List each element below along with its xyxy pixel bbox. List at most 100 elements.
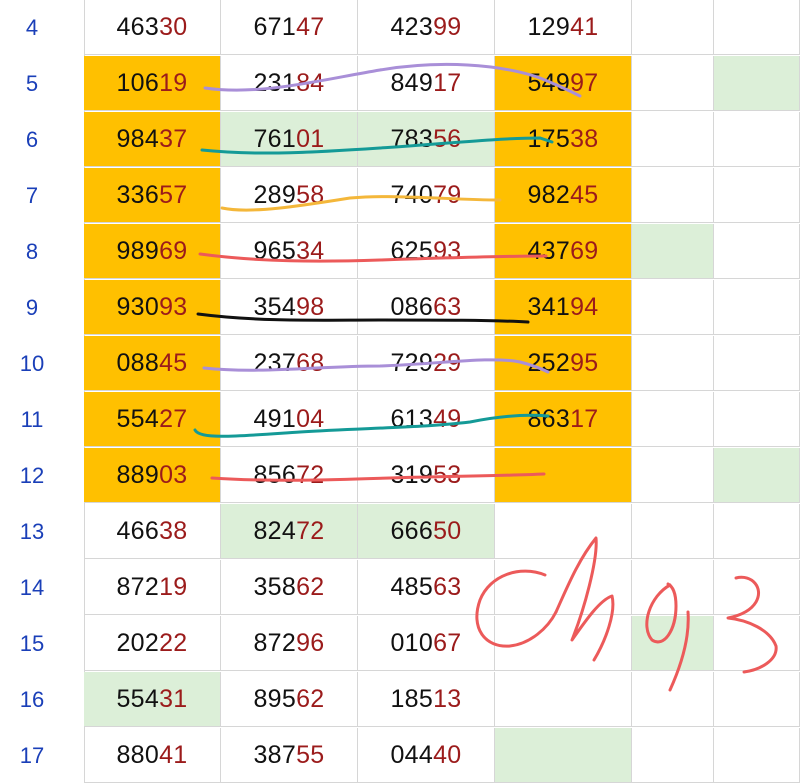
grid-cell[interactable]: 354 98 [221, 280, 358, 335]
row-number[interactable]: 14 [0, 560, 64, 615]
grid-cell[interactable]: 554 31 [84, 672, 221, 727]
grid-cell[interactable]: 289 58 [221, 168, 358, 223]
row-number[interactable]: 13 [0, 504, 64, 559]
grid-cell[interactable]: 044 40 [358, 728, 495, 783]
grid-cell[interactable]: 872 19 [84, 560, 221, 615]
grid-cell[interactable]: 930 93 [84, 280, 221, 335]
row-number[interactable]: 4 [0, 0, 64, 55]
grid-cell[interactable]: 625 93 [358, 224, 495, 279]
grid-cell[interactable]: 437 69 [495, 224, 632, 279]
grid-cell[interactable]: 129 41 [495, 0, 632, 55]
grid-cell[interactable]: 984 37 [84, 112, 221, 167]
grid-cell[interactable]: 106 19 [84, 56, 221, 111]
grid-cell[interactable] [495, 672, 632, 727]
grid-cell[interactable]: 880 41 [84, 728, 221, 783]
grid-cell[interactable]: 872 96 [221, 616, 358, 671]
grid-cell[interactable] [632, 728, 714, 783]
grid-cell[interactable] [714, 616, 800, 671]
grid-cell[interactable] [714, 0, 800, 55]
grid-cell[interactable] [714, 56, 800, 111]
grid-cell[interactable]: 319 53 [358, 448, 495, 503]
grid-cell[interactable]: 982 45 [495, 168, 632, 223]
grid-cell[interactable] [495, 448, 632, 503]
grid-cell[interactable]: 549 97 [495, 56, 632, 111]
grid-cell[interactable]: 554 27 [84, 392, 221, 447]
grid-cell[interactable] [495, 504, 632, 559]
row-number[interactable]: 10 [0, 336, 64, 391]
row-number[interactable]: 15 [0, 616, 64, 671]
grid-cell[interactable]: 088 45 [84, 336, 221, 391]
grid-cell[interactable] [714, 392, 800, 447]
row-number[interactable]: 9 [0, 280, 64, 335]
grid-cell[interactable]: 341 94 [495, 280, 632, 335]
grid-cell[interactable]: 010 67 [358, 616, 495, 671]
grid-cell[interactable]: 387 55 [221, 728, 358, 783]
grid-cell[interactable]: 761 01 [221, 112, 358, 167]
grid-cell[interactable]: 086 63 [358, 280, 495, 335]
grid-cell[interactable]: 666 50 [358, 504, 495, 559]
grid-cell[interactable]: 989 69 [84, 224, 221, 279]
grid-cell[interactable]: 849 17 [358, 56, 495, 111]
row-number[interactable]: 7 [0, 168, 64, 223]
row-number[interactable]: 6 [0, 112, 64, 167]
grid-cell[interactable]: 895 62 [221, 672, 358, 727]
grid-cell[interactable] [632, 336, 714, 391]
grid-cell[interactable]: 463 30 [84, 0, 221, 55]
grid-cell[interactable]: 671 47 [221, 0, 358, 55]
grid-cell[interactable] [632, 168, 714, 223]
grid-cell[interactable]: 466 38 [84, 504, 221, 559]
grid-cell[interactable]: 252 95 [495, 336, 632, 391]
grid-cell[interactable]: 202 22 [84, 616, 221, 671]
grid-cell[interactable] [714, 504, 800, 559]
grid-cell[interactable]: 423 99 [358, 0, 495, 55]
grid-cell[interactable] [632, 0, 714, 55]
grid-cell[interactable]: 231 84 [221, 56, 358, 111]
grid-cell[interactable] [714, 728, 800, 783]
grid-cell[interactable] [714, 672, 800, 727]
grid-cell[interactable] [714, 224, 800, 279]
grid-cell[interactable]: 824 72 [221, 504, 358, 559]
cell-value-suffix: 37 [159, 124, 188, 153]
grid-cell[interactable]: 889 03 [84, 448, 221, 503]
row-number[interactable]: 5 [0, 56, 64, 111]
grid-cell[interactable] [714, 336, 800, 391]
grid-cell[interactable]: 491 04 [221, 392, 358, 447]
row-number[interactable]: 17 [0, 728, 64, 783]
row-number[interactable]: 8 [0, 224, 64, 279]
grid-cell[interactable]: 237 68 [221, 336, 358, 391]
grid-cell[interactable] [714, 112, 800, 167]
grid-cell[interactable] [632, 280, 714, 335]
row-number[interactable]: 11 [0, 392, 64, 447]
grid-cell[interactable]: 856 72 [221, 448, 358, 503]
row-number[interactable]: 12 [0, 448, 64, 503]
grid-cell[interactable] [495, 616, 632, 671]
row-number[interactable]: 16 [0, 672, 64, 727]
grid-cell[interactable] [714, 168, 800, 223]
grid-cell[interactable] [632, 616, 714, 671]
grid-cell[interactable] [632, 224, 714, 279]
grid-cell[interactable] [495, 560, 632, 615]
grid-cell[interactable] [632, 560, 714, 615]
grid-cell[interactable]: 485 63 [358, 560, 495, 615]
grid-cell[interactable]: 613 49 [358, 392, 495, 447]
grid-cell[interactable] [714, 560, 800, 615]
grid-cell[interactable] [632, 448, 714, 503]
cell-value-prefix: 930 [116, 292, 160, 321]
grid-cell[interactable]: 336 57 [84, 168, 221, 223]
grid-cell[interactable]: 965 34 [221, 224, 358, 279]
grid-cell[interactable] [495, 728, 632, 783]
grid-cell[interactable] [632, 672, 714, 727]
grid-cell[interactable] [632, 56, 714, 111]
grid-cell[interactable]: 863 17 [495, 392, 632, 447]
grid-cell[interactable]: 729 29 [358, 336, 495, 391]
grid-cell[interactable]: 783 56 [358, 112, 495, 167]
grid-cell[interactable]: 740 79 [358, 168, 495, 223]
grid-cell[interactable] [632, 392, 714, 447]
grid-cell[interactable] [714, 280, 800, 335]
grid-cell[interactable] [714, 448, 800, 503]
grid-cell[interactable]: 358 62 [221, 560, 358, 615]
grid-cell[interactable]: 175 38 [495, 112, 632, 167]
grid-cell[interactable] [632, 504, 714, 559]
grid-cell[interactable]: 185 13 [358, 672, 495, 727]
grid-cell[interactable] [632, 112, 714, 167]
